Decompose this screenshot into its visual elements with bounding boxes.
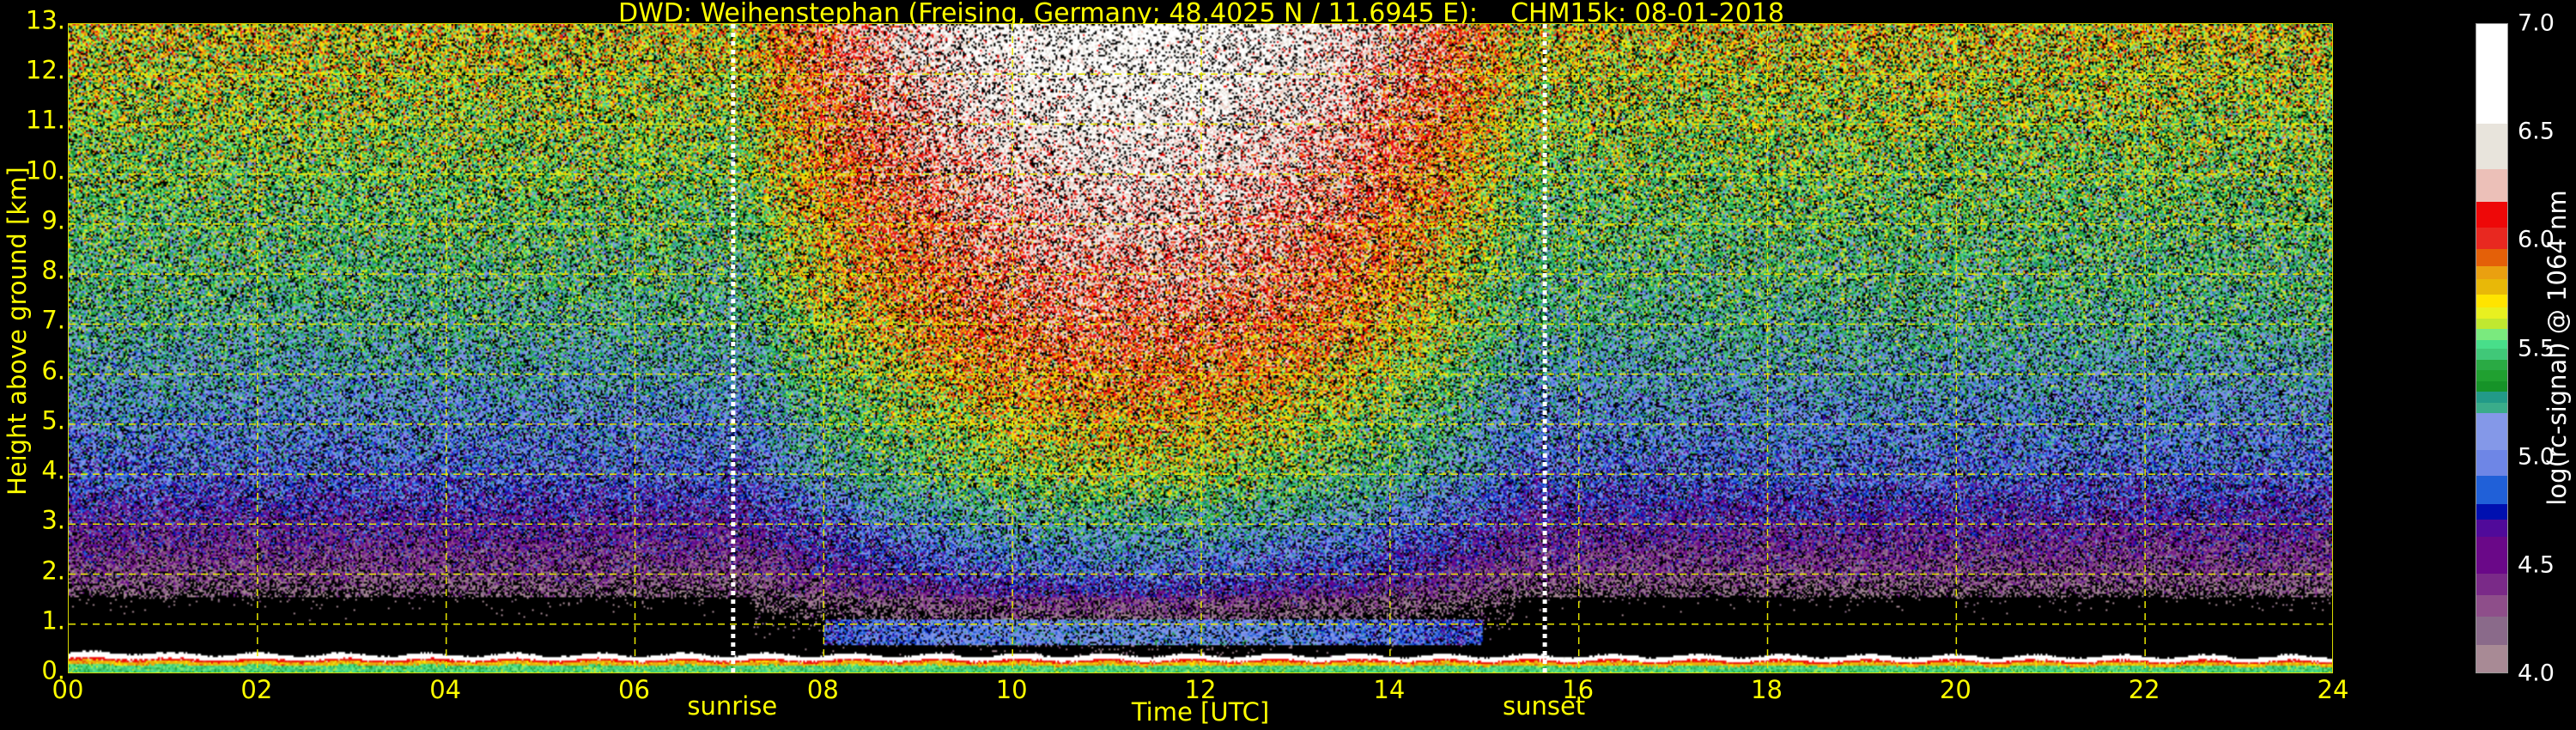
y-tick-label: 0. — [41, 656, 65, 685]
colorbar-segment — [2476, 349, 2507, 360]
y-tick-label: 1. — [41, 605, 65, 635]
x-tick-label: 22 — [2129, 675, 2160, 704]
x-tick-label: 06 — [618, 675, 650, 704]
x-tick-label: 18 — [1751, 675, 1783, 704]
y-tick-label: 6. — [41, 356, 65, 385]
colorbar-segment — [2476, 573, 2507, 595]
colorbar-segment — [2476, 318, 2507, 329]
x-tick-label: 08 — [807, 675, 839, 704]
y-tick-label: 8. — [41, 256, 65, 285]
y-tick-label: 12. — [26, 56, 65, 85]
colorbar-tick-label: 6.0 — [2518, 227, 2555, 253]
y-tick-label: 13. — [26, 6, 65, 35]
y-axis-label: Height above ground [km] — [3, 204, 32, 496]
colorbar-tick-label: 7.0 — [2518, 10, 2555, 37]
y-tick-label: 5. — [41, 405, 65, 435]
colorbar-tick-label: 6.5 — [2518, 119, 2555, 145]
colorbar-segment — [2476, 413, 2507, 450]
x-tick-label: 20 — [1940, 675, 1971, 704]
y-tick-label: 7. — [41, 306, 65, 335]
y-tick-label: 2. — [41, 556, 65, 585]
y-tick-label: 10. — [26, 155, 65, 185]
colorbar-segment — [2476, 392, 2507, 403]
sunrise-label: sunrise — [687, 691, 777, 721]
x-tick-label: 14 — [1373, 675, 1405, 704]
colorbar-segment — [2476, 266, 2507, 280]
grid-overlay — [69, 24, 2332, 672]
colorbar-tick-label: 4.5 — [2518, 551, 2555, 578]
colorbar-segment — [2476, 450, 2507, 477]
plot-area — [68, 23, 2333, 673]
y-tick-label: 3. — [41, 506, 65, 535]
colorbar-segment — [2476, 380, 2507, 392]
colorbar-segment — [2476, 519, 2507, 537]
colorbar-segment — [2476, 124, 2507, 169]
colorbar-segment — [2476, 24, 2507, 124]
colorbar-segment — [2476, 536, 2507, 573]
colorbar-tick-label: 5.0 — [2518, 443, 2555, 470]
x-tick-label: 02 — [240, 675, 272, 704]
colorbar-segment — [2476, 169, 2507, 202]
colorbar-tick-label: 4.0 — [2518, 660, 2555, 687]
x-tick-label: 04 — [429, 675, 461, 704]
colorbar-segment — [2476, 402, 2507, 413]
y-tick-label: 11. — [26, 106, 65, 135]
sunset-label: sunset — [1503, 691, 1585, 721]
colorbar-segment — [2476, 359, 2507, 370]
colorbar-segment — [2476, 504, 2507, 520]
colorbar-segment — [2476, 249, 2507, 267]
colorbar-segment — [2476, 339, 2507, 349]
colorbar-segment — [2476, 279, 2507, 295]
colorbar-segment — [2476, 329, 2507, 340]
x-tick-label: 12 — [1185, 675, 1217, 704]
colorbar — [2476, 23, 2508, 673]
colorbar-segment — [2476, 307, 2507, 319]
colorbar-segment — [2476, 295, 2507, 308]
colorbar-segment — [2476, 644, 2507, 672]
x-tick-label: 10 — [996, 675, 1028, 704]
colorbar-segment — [2476, 201, 2507, 228]
colorbar-segment — [2476, 476, 2507, 504]
colorbar-segment — [2476, 617, 2507, 645]
y-tick-label: 9. — [41, 206, 65, 235]
colorbar-segment — [2476, 228, 2507, 250]
y-tick-label: 4. — [41, 456, 65, 485]
x-tick-label: 24 — [2318, 675, 2349, 704]
colorbar-segment — [2476, 594, 2507, 617]
colorbar-segment — [2476, 370, 2507, 381]
colorbar-tick-label: 5.5 — [2518, 335, 2555, 362]
